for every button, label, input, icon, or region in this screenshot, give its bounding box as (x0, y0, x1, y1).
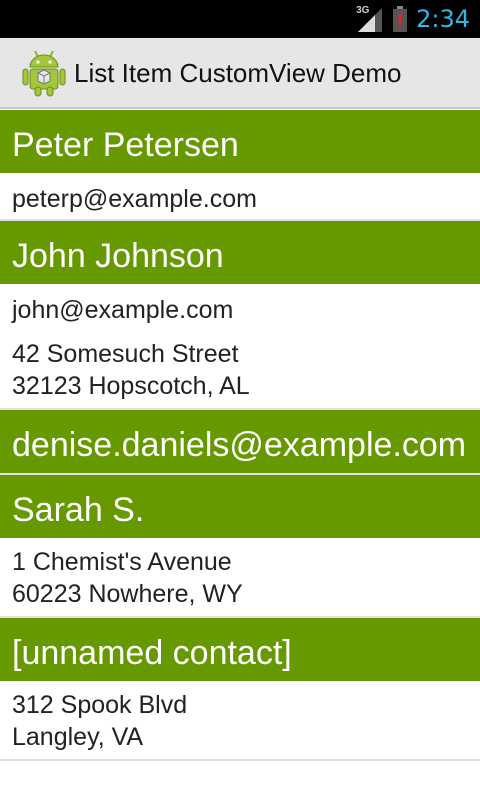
network-type-label: 3G (356, 5, 370, 16)
contact-name: Peter Petersen (0, 110, 480, 173)
contact-address-line2: 32123 Hopscotch, AL (12, 372, 250, 400)
contact-address-line2: Langley, VA (12, 723, 144, 751)
contact-name: denise.daniels@example.com (0, 410, 480, 473)
contact-address-line1: 42 Somesuch Street (12, 340, 239, 368)
contact-address-line1: 312 Spook Blvd (12, 691, 188, 719)
status-icons: 3G 2:34 (356, 0, 470, 38)
list-item[interactable]: denise.daniels@example.com (0, 410, 480, 475)
signal-3g-icon: 3G (356, 6, 384, 32)
contact-email: john@example.com (12, 296, 234, 324)
app-title: List Item CustomView Demo (74, 58, 402, 88)
list-item[interactable]: Sarah S. 1 Chemist's Avenue 60223 Nowher… (0, 475, 480, 618)
contact-name: Sarah S. (0, 475, 480, 538)
status-bar: 3G 2:34 (0, 0, 480, 38)
contact-email: peterp@example.com (12, 185, 257, 213)
battery-alert-icon (392, 6, 408, 32)
action-bar: List Item CustomView Demo (0, 38, 480, 109)
list-item[interactable]: [unnamed contact] 312 Spook Blvd Langley… (0, 618, 480, 761)
status-clock: 2:34 (416, 5, 470, 33)
contact-address-line2: 60223 Nowhere, WY (12, 580, 243, 608)
list-item[interactable]: Peter Petersen peterp@example.com (0, 110, 480, 221)
contact-list[interactable]: Peter Petersen peterp@example.com John J… (0, 110, 480, 761)
contact-name: John Johnson (0, 221, 480, 284)
android-app-icon[interactable] (22, 49, 66, 97)
contact-address-line1: 1 Chemist's Avenue (12, 548, 232, 576)
contact-name: [unnamed contact] (0, 618, 480, 681)
list-item[interactable]: John Johnson john@example.com 42 Somesuc… (0, 221, 480, 410)
